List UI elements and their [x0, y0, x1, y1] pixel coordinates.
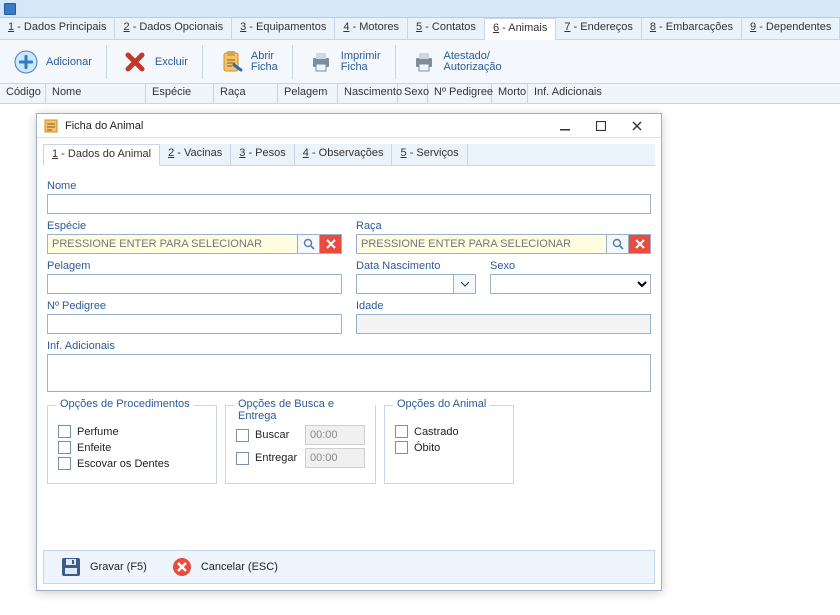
- especie-search-button[interactable]: [298, 234, 320, 254]
- dialog-tab-5[interactable]: 5 - Serviços: [392, 144, 467, 165]
- maximize-button[interactable]: [583, 115, 619, 137]
- idade-input[interactable]: [356, 314, 651, 334]
- nome-label: Nome: [47, 180, 651, 192]
- group-procedimentos: Opções de Procedimentos PerfumeEnfeiteEs…: [47, 405, 217, 484]
- x-icon: [635, 239, 645, 249]
- dialog-tab-1[interactable]: 1 - Dados do Animal: [43, 144, 160, 166]
- pelagem-label: Pelagem: [47, 260, 342, 272]
- group-animal-legend: Opções do Animal: [393, 398, 490, 410]
- especie-clear-button[interactable]: [320, 234, 342, 254]
- time-input: [305, 425, 365, 445]
- checkbox[interactable]: [58, 425, 71, 438]
- idade-label: Idade: [356, 300, 651, 312]
- data-nasc-dropdown[interactable]: [454, 274, 476, 294]
- save-icon: [60, 556, 82, 578]
- checkbox[interactable]: [58, 441, 71, 454]
- dialog-tab-3[interactable]: 3 - Pesos: [231, 144, 294, 165]
- pedigree-input[interactable]: [47, 314, 342, 334]
- pelagem-input[interactable]: [47, 274, 342, 294]
- data-nasc-label: Data Nascimento: [356, 260, 476, 272]
- especie-input[interactable]: [47, 234, 298, 254]
- dialog-tab-2[interactable]: 2 - Vacinas: [160, 144, 231, 165]
- close-button[interactable]: [619, 115, 655, 137]
- nome-input[interactable]: [47, 194, 651, 214]
- raca-clear-button[interactable]: [629, 234, 651, 254]
- checkbox-label: Castrado: [414, 426, 459, 438]
- checkbox-label: Entregar: [255, 452, 299, 464]
- dialog-tabs: 1 - Dados do Animal2 - Vacinas3 - Pesos4…: [43, 144, 655, 166]
- raca-search-button[interactable]: [607, 234, 629, 254]
- save-button[interactable]: Gravar (F5): [52, 552, 155, 582]
- checkbox-label: Óbito: [414, 442, 440, 454]
- inf-label: Inf. Adicionais: [47, 340, 651, 352]
- cancel-icon: [171, 556, 193, 578]
- search-icon: [612, 238, 624, 250]
- x-icon: [326, 239, 336, 249]
- raca-label: Raça: [356, 220, 651, 232]
- chevron-down-icon: [461, 280, 469, 288]
- save-label: Gravar (F5): [90, 561, 147, 573]
- checkbox[interactable]: [395, 441, 408, 454]
- checkbox[interactable]: [395, 425, 408, 438]
- cancel-label: Cancelar (ESC): [201, 561, 278, 573]
- group-proc-legend: Opções de Procedimentos: [56, 398, 194, 410]
- group-animal: Opções do Animal CastradoÓbito: [384, 405, 514, 484]
- sexo-label: Sexo: [490, 260, 651, 272]
- cancel-button[interactable]: Cancelar (ESC): [163, 552, 286, 582]
- dialog-body: Nome Espécie Raça: [37, 166, 661, 484]
- dialog-tab-4[interactable]: 4 - Observações: [295, 144, 393, 165]
- time-input: [305, 448, 365, 468]
- raca-input[interactable]: [356, 234, 607, 254]
- data-nasc-input[interactable]: [356, 274, 454, 294]
- pedigree-label: Nº Pedigree: [47, 300, 342, 312]
- sexo-select[interactable]: [490, 274, 651, 294]
- checkbox-label: Escovar os Dentes: [77, 458, 169, 470]
- especie-label: Espécie: [47, 220, 342, 232]
- group-busca-entrega: Opções de Busca e Entrega BuscarEntregar: [225, 405, 376, 484]
- dialog-icon: [43, 118, 59, 134]
- checkbox[interactable]: [236, 429, 249, 442]
- minimize-button[interactable]: [547, 115, 583, 137]
- animal-dialog: Ficha do Animal 1 - Dados do Animal2 - V…: [36, 113, 662, 591]
- checkbox[interactable]: [58, 457, 71, 470]
- search-icon: [303, 238, 315, 250]
- dialog-title-bar: Ficha do Animal: [37, 114, 661, 138]
- checkbox[interactable]: [236, 452, 249, 465]
- group-busca-legend: Opções de Busca e Entrega: [234, 398, 375, 422]
- dialog-footer: Gravar (F5) Cancelar (ESC): [43, 550, 655, 584]
- checkbox-label: Enfeite: [77, 442, 111, 454]
- inf-textarea[interactable]: [47, 354, 651, 392]
- dialog-title: Ficha do Animal: [65, 120, 143, 132]
- checkbox-label: Buscar: [255, 429, 299, 441]
- checkbox-label: Perfume: [77, 426, 119, 438]
